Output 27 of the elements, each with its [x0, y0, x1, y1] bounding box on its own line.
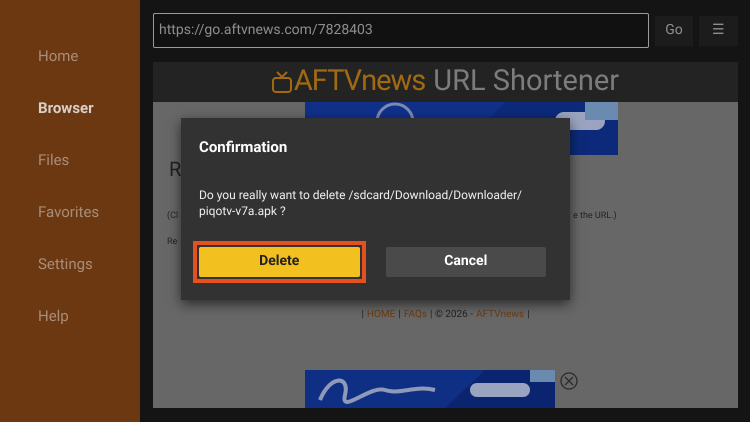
dialog-message: Do you really want to delete /sdcard/Download/Downloader/ piqotv-v7a.apk ?	[199, 186, 524, 218]
footer-link[interactable]: HOME	[366, 307, 396, 322]
site-title: URL Shortener	[433, 63, 620, 100]
sidebar-item[interactable]: Settings	[38, 252, 140, 276]
sidebar-item[interactable]: Browser	[38, 96, 140, 120]
footer-text: |	[398, 308, 401, 322]
site-logo: AFTVnews	[294, 63, 426, 100]
sidebar-item[interactable]: Files	[38, 148, 140, 172]
sidebar-item[interactable]: Favorites	[38, 200, 140, 224]
tv-icon	[272, 71, 292, 93]
menu-button[interactable]: ☰	[699, 16, 738, 46]
url-field[interactable]: https://go.aftvnews.com/7828403	[153, 13, 649, 48]
footer-text: |	[361, 308, 364, 322]
page-text: Re	[167, 236, 178, 249]
page-text: (Cl	[167, 210, 178, 223]
footer-text: | © 2026 -	[430, 308, 474, 322]
close-icon[interactable]	[560, 372, 578, 390]
page-text: e the URL.)	[573, 210, 617, 223]
sidebar-item[interactable]: Home	[38, 44, 140, 68]
footer-link[interactable]: FAQs	[404, 307, 428, 322]
footer-text: |	[527, 308, 530, 322]
delete-button[interactable]: Delete	[193, 240, 366, 282]
sidebar-item[interactable]: Help	[38, 304, 140, 328]
page-text: R	[169, 156, 182, 183]
dialog-title: Confirmation	[199, 137, 288, 158]
go-button[interactable]: Go	[655, 16, 693, 46]
footer-link[interactable]: AFTVnews	[476, 307, 524, 322]
